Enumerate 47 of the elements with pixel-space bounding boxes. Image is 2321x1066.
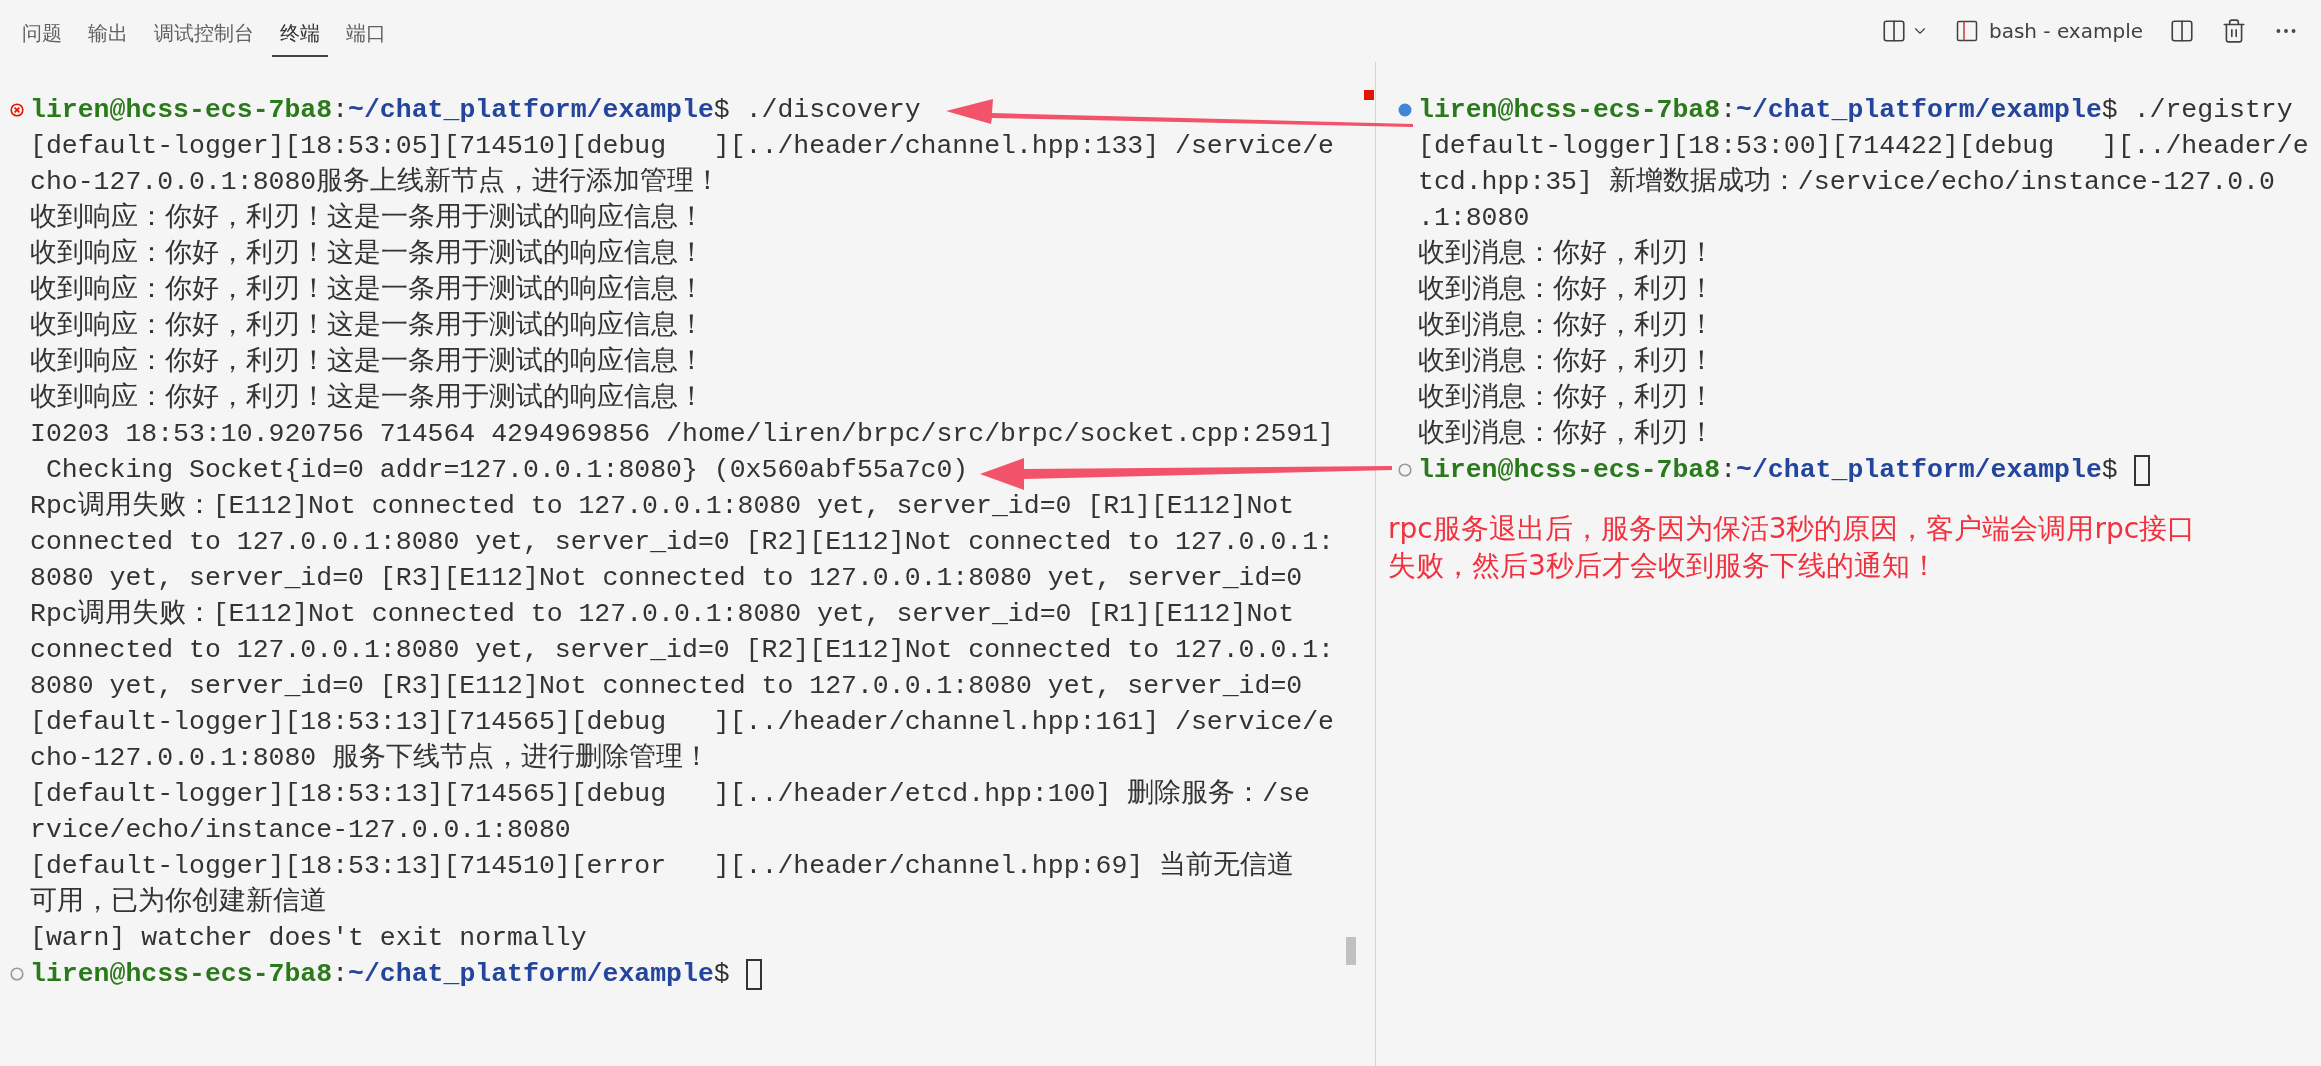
output-line: 收到响应：你好，利刃！这是一条用于测试的响应信息！ bbox=[30, 345, 705, 379]
output-line: 收到消息：你好，利刃！ bbox=[1418, 310, 1715, 343]
output-line: 8080 yet, server_id=0 [R3][E112]Not connected to 127.0.0.1:8080 yet, server_id=0 bbox=[30, 562, 1303, 595]
output-line: 可用，已为你创建新信道 bbox=[30, 885, 327, 919]
output-line: 收到响应：你好，利刃！这是一条用于测试的响应信息！ bbox=[30, 237, 705, 271]
output-line: [default-logger][18:53:13][714565][debug ][../header/etcd.hpp:100] 删除服务：/se bbox=[30, 778, 1310, 811]
output-line: connected to 127.0.0.1:8080 yet, server_id=0 [R2][E112]Not connected to 127.0.0.1: bbox=[30, 526, 1334, 559]
output-line: rvice/echo/instance-127.0.0.1:8080 bbox=[30, 814, 571, 847]
split-icon bbox=[1880, 18, 1907, 44]
output-line: 收到消息：你好，利刃！ bbox=[1418, 238, 1715, 271]
output-line: cho-127.0.0.1:8080 服务下线节点，进行删除管理！ bbox=[30, 741, 711, 775]
output-line: tcd.hpp:35] 新增数据成功：/service/echo/instance-127.0.0 bbox=[1418, 165, 2275, 199]
output-line: 收到响应：你好，利刃！这是一条用于测试的响应信息！ bbox=[30, 273, 705, 307]
terminal-tab[interactable]: bash - example bbox=[1952, 17, 2145, 45]
panel-tab[interactable]: 端口 bbox=[338, 5, 394, 57]
output-line: [warn] watcher does't exit normally bbox=[30, 922, 587, 955]
output-line: 收到消息：你好，利刃！ bbox=[1418, 418, 1715, 451]
output-line: [default-logger][18:53:05][714510][debug ][../header/channel.hpp:133] /service/e bbox=[30, 130, 1334, 163]
prompt-line: liren@hcss-ecs-7ba8:~/chat_platform/example$ ./registry bbox=[1418, 94, 2293, 127]
error-marker bbox=[1364, 90, 1374, 100]
output-line: 收到响应：你好，利刃！这是一条用于测试的响应信息！ bbox=[30, 201, 705, 235]
output-line: 收到响应：你好，利刃！这是一条用于测试的响应信息！ bbox=[30, 381, 705, 415]
panel-tab[interactable]: 调试控制台 bbox=[146, 5, 262, 57]
output-line: [default-logger][18:53:13][714510][error ][../header/channel.hpp:69] 当前无信道 bbox=[30, 850, 1295, 883]
output-line: 收到消息：你好，利刃！ bbox=[1418, 274, 1715, 307]
panel-tab[interactable]: 问题 bbox=[14, 5, 70, 57]
terminal-icon bbox=[1954, 19, 1979, 43]
output-line: connected to 127.0.0.1:8080 yet, server_id=0 [R2][E112]Not connected to 127.0.0.1: bbox=[30, 634, 1334, 667]
output-line: 收到消息：你好，利刃！ bbox=[1418, 346, 1715, 379]
panel-tab[interactable]: 终端 bbox=[272, 5, 328, 57]
scrollbar-thumb[interactable] bbox=[1346, 937, 1356, 965]
output-line: 收到响应：你好，利刃！这是一条用于测试的响应信息！ bbox=[30, 309, 705, 343]
output-line: .1:8080 bbox=[1418, 202, 1530, 235]
prompt-line: liren@hcss-ecs-7ba8:~/chat_platform/example$ ./discovery bbox=[30, 94, 921, 127]
output-line: [default-logger][18:53:13][714565][debug ][../header/channel.hpp:161] /service/e bbox=[30, 706, 1334, 739]
output-line: cho-127.0.0.1:8080服务上线新节点，进行添加管理！ bbox=[30, 165, 722, 199]
prompt-line: liren@hcss-ecs-7ba8:~/chat_platform/example$ bbox=[1418, 454, 2118, 487]
output-line: 8080 yet, server_id=0 [R3][E112]Not connected to 127.0.0.1:8080 yet, server_id=0 bbox=[30, 670, 1303, 703]
panel-tab[interactable]: 输出 bbox=[80, 5, 136, 57]
output-line: Checking Socket{id=0 addr=127.0.0.1:8080} (0x560abf55a7c0) bbox=[44, 454, 969, 487]
prompt-line: liren@hcss-ecs-7ba8:~/chat_platform/example$ bbox=[30, 958, 730, 991]
output-line: Rpc调用失败：[E112]Not connected to 127.0.0.1:8080 yet, server_id=0 [R1][E112]Not bbox=[30, 490, 1295, 523]
output-line: I0203 18:53:10.920756 714564 4294969856 /home/liren/brpc/src/brpc/socket.cpp:2591] bbox=[30, 418, 1334, 451]
annotation-text: rpc服务退出后，服务因为保活3秒的原因，客户端会调用rpc接口 失败，然后3秒后才会收到服务下线的通知！ bbox=[1388, 511, 2197, 584]
output-line: Rpc调用失败：[E112]Not connected to 127.0.0.1:8080 yet, server_id=0 [R1][E112]Not bbox=[30, 598, 1295, 631]
output-line: 收到消息：你好，利刃！ bbox=[1418, 382, 1715, 415]
output-line: [default-logger][18:53:00][714422][debug ][../header/e bbox=[1418, 130, 2309, 163]
